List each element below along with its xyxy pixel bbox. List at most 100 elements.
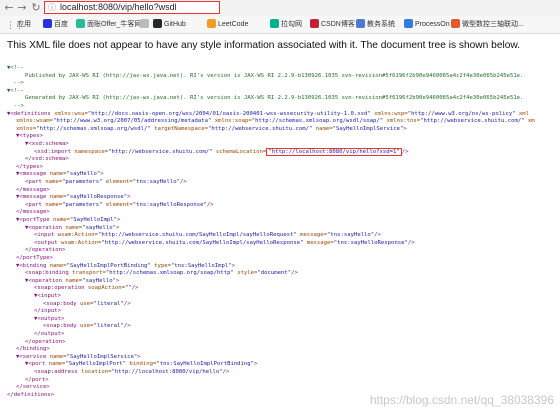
xml-attribute: name= — [49, 194, 67, 201]
bookmark-label: GitHub — [164, 21, 186, 28]
xml-tag: /> — [407, 239, 415, 246]
xml-attribute: name= — [45, 179, 63, 185]
xml-attribute: use= — [80, 300, 94, 307]
xml-attribute: name= — [49, 262, 67, 269]
xml-value: "SayHelloImplService" — [66, 353, 138, 360]
bookmark-github[interactable]: GitHub — [153, 18, 186, 31]
xml-comment: --> — [7, 80, 24, 87]
xml-tag: <soap:binding — [25, 270, 73, 277]
xml-attribute: element= — [102, 179, 133, 185]
xml-value: "http://schemas.xmlsoap.org/soap/http" — [105, 270, 234, 277]
address-bar-url[interactable]: localhost:8080/vip/hello?wsdl — [60, 2, 177, 13]
xml-tag: <soap:operation — [34, 285, 88, 292]
bookmark-label: 面账Offer_牛客网 — [87, 21, 142, 28]
xml-attribute: name= — [53, 217, 70, 223]
bookmark-label: LeetCode — [218, 21, 249, 28]
xml-value: "http://schemas.xmlsoap.org/wsdl/soap/" — [251, 118, 384, 125]
bookmark-csdn[interactable]: CSDN博客 — [310, 18, 355, 31]
back-arrow-icon[interactable]: ← — [2, 0, 16, 16]
xml-comment: ▼<!-- — [7, 65, 24, 71]
xml-attribute: xmlns:wsp= — [370, 110, 408, 117]
xml-value: "SayHelloImplPort" — [65, 361, 127, 368]
xml-line: Published by JAX-WS RI (http://jax-ws.ja… — [25, 72, 523, 80]
xml-value: "http://www.w3.org/ns/ws-policy" — [407, 110, 516, 117]
xml-value: "http://webservice.shuitu.com/" — [208, 125, 313, 132]
xml-attribute: targetNamespace= — [150, 125, 208, 132]
watermark: https://blog.csdn.net/qq_38038396 — [369, 393, 554, 407]
xml-tag: /> — [123, 300, 131, 307]
xml-value: "tns:sayHello" — [132, 179, 180, 185]
xml-attribute: xm — [524, 118, 535, 125]
xml-line: <xsd:import namespace="http://webservice… — [34, 147, 409, 156]
xml-value: "sayHello" — [66, 171, 101, 178]
bookmark-label: 教务系统 — [367, 21, 395, 28]
xml-value: "" — [124, 285, 132, 292]
info-icon[interactable]: ⓘ — [48, 3, 56, 13]
xml-attribute: type= — [150, 262, 171, 269]
xml-tag: ▼<port — [25, 361, 49, 368]
xml-tag: /> — [291, 270, 298, 277]
xml-value: "tns:sayHelloResponse" — [132, 201, 207, 208]
xml-value: "tns:sayHelloResponse" — [333, 239, 408, 246]
xml-attribute: soapAction= — [87, 285, 125, 292]
xml-value: "SayHelloImpl" — [69, 217, 118, 223]
xml-tag: <soap:body — [43, 323, 81, 330]
xml-tag: ▼<binding — [16, 262, 50, 269]
xml-tag: > — [403, 125, 407, 132]
address-bar[interactable]: ⓘ localhost:8080/vip/hello?wsdl — [44, 1, 220, 14]
xml-value: "document" — [257, 270, 292, 277]
xml-value: "parameters" — [62, 179, 103, 185]
lagou-icon — [270, 19, 279, 28]
xml-tag: <soap:address — [34, 369, 82, 375]
xml-attribute: wsam:Action= — [57, 232, 98, 239]
xml-attribute: xmlns:tns= — [383, 118, 421, 125]
bookmark-page[interactable]: 微型数控三轴联动... — [451, 18, 524, 31]
xml-attribute: element= — [102, 201, 133, 208]
bookmark-page-3[interactable] — [140, 18, 151, 31]
browser-toolbar: ← → ↻ ⓘ localhost:8080/vip/hello?wsdl — [0, 0, 560, 16]
xml-value: "sayHello" — [82, 277, 116, 284]
xml-tag: /> — [374, 232, 381, 239]
xml-tag: > — [100, 171, 104, 178]
bookmark-lagou[interactable]: 拉勾网 — [270, 18, 302, 31]
xml-tag: </definitions> — [7, 391, 55, 398]
xml-line: ▼<!-- — [7, 87, 24, 95]
bookmarks-bar: ⋮⋮应用 百度 面账Offer_牛客网 GitHub LeetCode 拉勾网 CSDN博客… — [0, 16, 560, 34]
forward-arrow-icon[interactable]: → — [15, 0, 29, 16]
xml-line: xmlns="http://schemas.xmlsoap.org/wsdl/"… — [16, 125, 407, 133]
xml-value: "parameters" — [62, 201, 103, 208]
bookmark-leetcode[interactable]: LeetCode — [207, 18, 248, 31]
bookmark-processon[interactable]: ProcessOn — [404, 18, 450, 31]
xml-tag: ▼<xsd:schema> — [25, 141, 69, 147]
xml-attribute: message= — [296, 232, 328, 239]
bookmark-baidu[interactable]: 百度 — [43, 18, 68, 31]
xml-line: ▼<!-- — [7, 64, 24, 72]
leetcode-icon — [207, 19, 216, 28]
xml-comment: Generated by JAX-WS RI (http://jax-ws.ja… — [25, 95, 524, 102]
bookmark-apps-grid[interactable]: ⋮⋮应用 — [6, 18, 31, 31]
xml-value: "tns:SayHelloImpl" — [170, 262, 232, 269]
xml-tag: </xsd:schema> — [25, 156, 69, 163]
xml-comment: ▼<!-- — [7, 87, 24, 94]
xml-tag: /> — [131, 285, 139, 292]
bookmark-label: 百度 — [54, 21, 68, 28]
xml-attribute: xmlns:wsu= — [54, 110, 88, 117]
xml-tag: </operation> — [25, 247, 66, 254]
reload-icon[interactable]: ↻ — [29, 0, 43, 16]
xml-line: </definitions> — [7, 391, 54, 399]
bookmark-nowcoder[interactable]: 面账Offer_牛客网 — [76, 18, 141, 31]
xml-tag: </input> — [34, 308, 61, 315]
bookmark-school[interactable]: 教务系统 — [356, 18, 395, 31]
xml-line: <output wsam:Action="http://webservice.s… — [34, 239, 415, 247]
xml-tag: > — [254, 361, 258, 368]
xml-attribute: name= — [49, 171, 67, 178]
xml-comment: Published by JAX-WS RI (http://jax-ws.ja… — [25, 72, 524, 79]
xml-value: "tns:SayHelloImplPortBinding" — [156, 361, 255, 368]
xml-attribute: name= — [65, 224, 83, 231]
xml-tag: <input — [34, 232, 58, 239]
xml-tag: </output> — [34, 331, 65, 337]
xml-attribute: wsam:Action= — [60, 239, 102, 246]
xml-value: "http://schemas.xmlsoap.org/wsdl/" — [36, 125, 151, 132]
xml-info-message: This XML file does not appear to have an… — [7, 40, 521, 51]
csdn-icon — [310, 19, 319, 28]
